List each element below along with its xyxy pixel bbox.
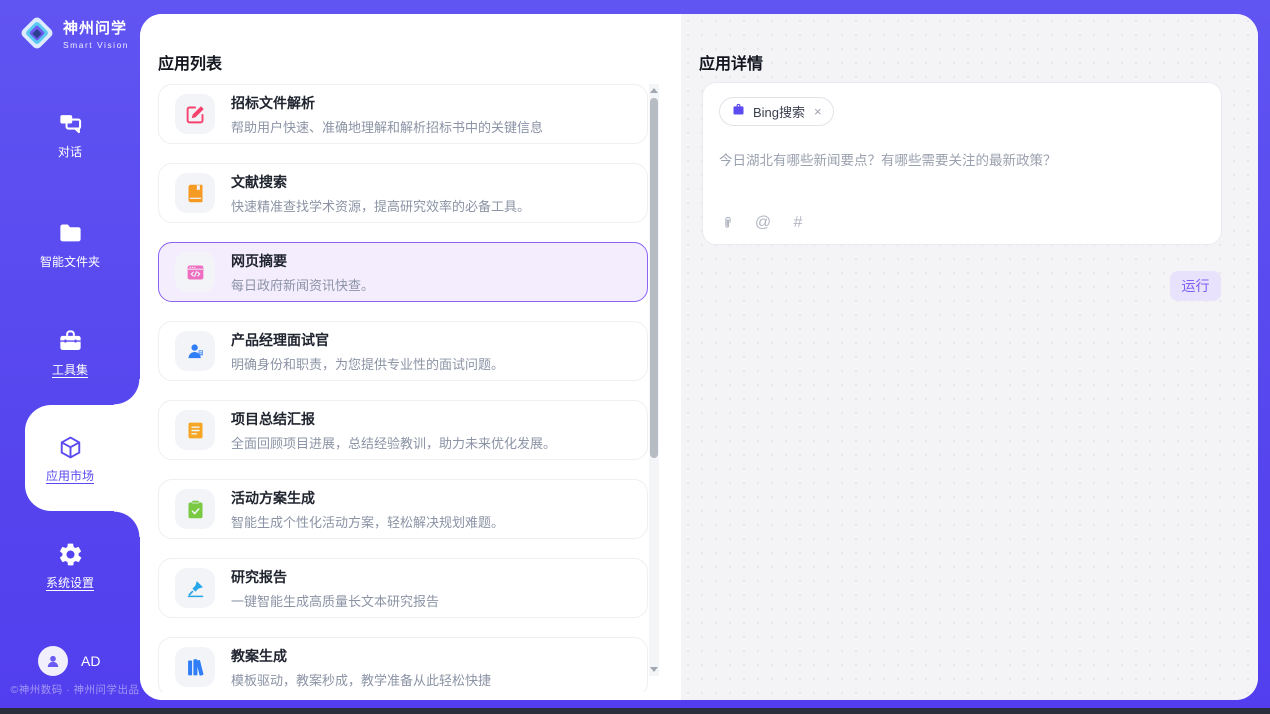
app-list-item[interactable]: 活动方案生成 智能生成个性化活动方案，轻松解决规划难题。 — [158, 479, 648, 539]
app-list-title: 应用列表 — [158, 50, 222, 74]
cube-icon — [57, 434, 84, 461]
copyright-footer: ©神州数码 · 神州问学出品 — [0, 682, 150, 697]
sidebar-item-label: 对话 — [58, 143, 82, 160]
user-account[interactable]: AD — [38, 646, 100, 676]
app-logo: 神州问学 Smart Vision — [18, 14, 129, 52]
sidebar: 神州问学 Smart Vision 对话 智能文件夹 工具集 应用市场 系统设置… — [0, 0, 140, 714]
brand-name: 神州问学 — [63, 17, 129, 38]
app-description: 快速精准查找学术资源，提高研究效率的必备工具。 — [231, 196, 530, 215]
close-icon[interactable]: × — [814, 105, 822, 118]
app-description: 一键智能生成高质量长文本研究报告 — [231, 591, 439, 610]
books-icon — [185, 657, 206, 678]
sidebar-item-cube[interactable]: 应用市场 — [0, 434, 140, 484]
app-title: 网页摘要 — [231, 251, 374, 271]
sidebar-item-folder[interactable]: 智能文件夹 — [0, 220, 140, 270]
sidebar-item-label: 系统设置 — [46, 574, 94, 591]
app-list-item[interactable]: 项目总结汇报 全面回顾项目进展，总结经验教训，助力未来优化发展。 — [158, 400, 648, 460]
browser-code-icon — [185, 262, 206, 283]
app-title: 活动方案生成 — [231, 488, 504, 508]
app-description: 模板驱动，教案秒成，教学准备从此轻松快捷 — [231, 670, 491, 689]
book-icon — [185, 183, 206, 204]
sidebar-item-gear[interactable]: 系统设置 — [0, 541, 140, 591]
app-description: 明确身份和职责，为您提供专业性的面试问题。 — [231, 354, 504, 373]
app-title: 教案生成 — [231, 646, 491, 666]
app-title: 文献搜索 — [231, 172, 530, 192]
attachment-toolbar: @# — [719, 214, 807, 232]
edit-doc-icon — [185, 104, 206, 125]
scrollbar[interactable] — [649, 84, 659, 676]
app-description: 全面回顾项目进展，总结经验教训，助力未来优化发展。 — [231, 433, 556, 452]
app-list-item[interactable]: 网页摘要 每日政府新闻资讯快查。 — [158, 242, 648, 302]
app-list-item[interactable]: 产品经理面试官 明确身份和职责，为您提供专业性的面试问题。 — [158, 321, 648, 381]
chat-icon — [57, 110, 84, 137]
app-title: 研究报告 — [231, 567, 439, 587]
folder-icon — [57, 220, 84, 247]
note-icon — [185, 420, 206, 441]
scroll-down-icon[interactable] — [650, 667, 658, 672]
app-list-item[interactable]: 文献搜索 快速精准查找学术资源，提高研究效率的必备工具。 — [158, 163, 648, 223]
app-list-item[interactable]: 招标文件解析 帮助用户快速、准确地理解和解析招标书中的关键信息 — [158, 84, 648, 144]
briefcase-icon — [731, 102, 746, 122]
clipboard-check-icon — [185, 499, 206, 520]
interviewer-icon — [185, 341, 206, 362]
app-description: 帮助用户快速、准确地理解和解析招标书中的关键信息 — [231, 117, 543, 136]
app-detail-pane: 应用详情 Bing搜索 × 今日湖北有哪些新闻要点？有哪些需要关注的最新政策？ … — [681, 14, 1258, 700]
gear-icon — [57, 541, 84, 568]
prompt-card: Bing搜索 × 今日湖北有哪些新闻要点？有哪些需要关注的最新政策？ @# — [702, 82, 1222, 245]
user-name: AD — [81, 653, 100, 669]
blob-fillet-top — [114, 379, 140, 405]
sidebar-item-toolbox[interactable]: 工具集 — [0, 328, 140, 378]
scroll-up-icon[interactable] — [650, 88, 658, 93]
mention-icon[interactable]: @ — [754, 214, 772, 232]
app-list-item[interactable]: 研究报告 一键智能生成高质量长文本研究报告 — [158, 558, 648, 618]
app-description: 每日政府新闻资讯快查。 — [231, 275, 374, 294]
hash-icon[interactable]: # — [789, 214, 807, 232]
tool-tag-bing-search[interactable]: Bing搜索 × — [719, 97, 834, 126]
app-detail-title: 应用详情 — [699, 50, 763, 74]
query-input[interactable]: 今日湖北有哪些新闻要点？有哪些需要关注的最新政策？ — [719, 151, 1205, 171]
app-list-item[interactable]: 教案生成 模板驱动，教案秒成，教学准备从此轻松快捷 — [158, 637, 648, 692]
brand-subtitle: Smart Vision — [63, 40, 129, 50]
sidebar-item-label: 工具集 — [52, 361, 88, 378]
user-avatar — [38, 646, 68, 676]
sidebar-item-chat[interactable]: 对话 — [0, 110, 140, 160]
run-button[interactable]: 运行 — [1170, 271, 1221, 301]
scrollbar-thumb[interactable] — [650, 98, 658, 458]
toolbox-icon — [57, 328, 84, 355]
app-description: 智能生成个性化活动方案，轻松解决规划难题。 — [231, 512, 504, 531]
app-title: 项目总结汇报 — [231, 409, 556, 429]
main-content-panel: 应用列表 招标文件解析 帮助用户快速、准确地理解和解析招标书中的关键信息 文献搜… — [140, 14, 1258, 700]
app-title: 产品经理面试官 — [231, 330, 504, 350]
app-list-pane: 应用列表 招标文件解析 帮助用户快速、准确地理解和解析招标书中的关键信息 文献搜… — [140, 14, 681, 700]
research-pen-icon — [185, 578, 206, 599]
blob-fillet-bottom — [114, 511, 140, 537]
app-list: 招标文件解析 帮助用户快速、准确地理解和解析招标书中的关键信息 文献搜索 快速精… — [158, 84, 648, 692]
tool-tag-label: Bing搜索 — [753, 102, 805, 121]
sidebar-item-label: 应用市场 — [46, 467, 94, 484]
gem-logo-icon — [18, 14, 56, 52]
bottom-edge-bar — [0, 708, 1270, 714]
paperclip-icon[interactable] — [719, 214, 737, 232]
sidebar-item-label: 智能文件夹 — [40, 253, 100, 270]
app-title: 招标文件解析 — [231, 93, 543, 113]
